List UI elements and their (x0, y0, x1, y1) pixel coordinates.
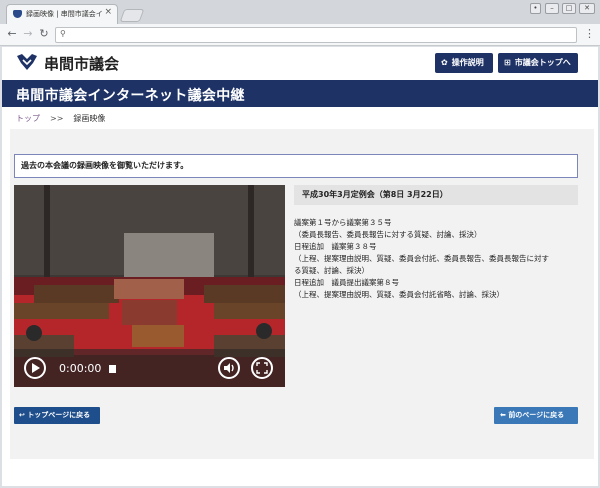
site-favicon-icon (13, 10, 22, 18)
address-bar[interactable]: ⚲ (55, 27, 577, 43)
minimize-icon[interactable]: – (545, 3, 559, 14)
agenda-line: 議案第１号から議案第３５号 (294, 218, 392, 227)
council-top-button[interactable]: ⊞ 市議会トップへ (498, 53, 578, 73)
new-tab-button[interactable] (119, 9, 145, 22)
video-time: 0:00:00 (59, 362, 102, 375)
title-banner: 串間市議会インターネット議会中継 (2, 80, 598, 107)
chamber-video-frame (14, 185, 285, 387)
profile-icon[interactable]: • (530, 3, 541, 14)
gear-icon: ✿ (441, 58, 448, 67)
back-to-previous-label: 前のページに戻る (508, 411, 565, 419)
session-heading: 平成30年3月定例会（第8日 3月22日） (294, 185, 578, 205)
page: 串間市議会 ✿ 操作説明 ⊞ 市議会トップへ 串間市議会インターネット議会中継 トッ… (2, 47, 598, 486)
guide-button[interactable]: ✿ 操作説明 (435, 53, 493, 73)
browser-tabstrip: 録画映像 | 串間市議会イ × • – □ ✕ (0, 0, 600, 24)
browser-toolbar: ← → ↻ ⚲ ⋮ (0, 24, 600, 46)
breadcrumb-separator: >> (50, 114, 64, 123)
agenda-line: （上程、提案理由説明、質疑、委員会付託省略、討論、採決） (294, 290, 504, 299)
fullscreen-icon (256, 362, 268, 374)
reload-icon[interactable]: ↻ (37, 27, 51, 41)
agenda-line: （上程、提案理由説明、質疑、委員会付託、委員長報告、委員長報告に対す (294, 254, 549, 263)
address-input[interactable] (70, 29, 570, 41)
guide-button-label: 操作説明 (451, 58, 484, 67)
volume-button[interactable] (218, 357, 240, 379)
site-name[interactable]: 串間市議会 (44, 53, 119, 74)
agenda-line: る質疑、討論、採決） (294, 266, 369, 275)
agenda-line: 日程追加 議案第３８号 (294, 242, 377, 251)
banner-title: 串間市議会インターネット議会中継 (16, 88, 245, 104)
tab-close-icon[interactable]: × (104, 7, 112, 17)
play-button[interactable] (24, 357, 46, 379)
agenda-line: （委員長報告、委員長報告に対する質疑、討論、採決） (294, 230, 482, 239)
window-close-icon[interactable]: ✕ (579, 3, 595, 14)
stop-button[interactable] (109, 365, 116, 373)
main-content: 過去の本会議の録画映像を御覧いただけます。 0:00:00 平成30年3月定例会… (10, 129, 594, 459)
video-player[interactable]: 0:00:00 (14, 185, 285, 387)
council-top-button-label: 市議会トップへ (514, 58, 571, 67)
forward-arrow-icon[interactable]: → (21, 27, 35, 41)
fullscreen-button[interactable] (251, 357, 273, 379)
back-to-previous-button[interactable]: ⬅ 前のページに戻る (494, 407, 578, 424)
breadcrumb: トップ >> 録画映像 (16, 113, 105, 124)
back-to-top-button[interactable]: ↩ トップページに戻る (14, 407, 100, 424)
city-emblem-icon (17, 54, 37, 70)
volume-icon (224, 363, 234, 373)
search-icon: ⚲ (60, 29, 66, 38)
breadcrumb-current: 録画映像 (73, 114, 106, 123)
maximize-icon[interactable]: □ (562, 3, 576, 14)
browser-menu-icon[interactable]: ⋮ (584, 27, 595, 41)
back-arrow-icon[interactable]: ← (5, 27, 19, 41)
agenda-list: 議案第１号から議案第３５号 （委員長報告、委員長報告に対する質疑、討論、採決） … (294, 217, 578, 301)
back-to-top-label: トップページに戻る (27, 411, 91, 419)
play-icon (32, 363, 40, 373)
browser-tab[interactable]: 録画映像 | 串間市議会イ × (6, 4, 118, 24)
agenda-line: 日程追加 議員提出議案第８号 (294, 278, 399, 287)
tab-title: 録画映像 | 串間市議会イ (26, 10, 103, 18)
breadcrumb-home-link[interactable]: トップ (16, 114, 40, 123)
notice-box: 過去の本会議の録画映像を御覧いただけます。 (14, 154, 578, 178)
site-header: 串間市議会 ✿ 操作説明 ⊞ 市議会トップへ (2, 47, 598, 80)
sitemap-icon: ⊞ (504, 58, 511, 67)
